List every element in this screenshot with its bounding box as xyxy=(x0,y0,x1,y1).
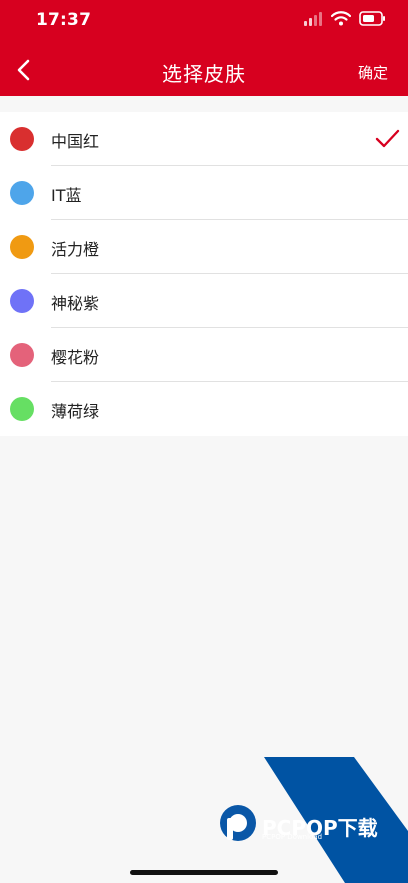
battery-icon xyxy=(359,11,385,26)
skin-option-china-red[interactable]: 中国红 xyxy=(0,112,408,166)
purple-color-dot xyxy=(10,289,34,313)
skin-label: 活力橙 xyxy=(51,240,100,259)
skin-option-mystic-purple[interactable]: 神秘紫 xyxy=(0,274,408,328)
status-icons xyxy=(303,11,386,26)
navigation-bar: 选择皮肤 确定 xyxy=(0,44,408,96)
green-color-dot xyxy=(10,397,34,421)
skin-option-mint-green[interactable]: 薄荷绿 xyxy=(0,382,408,436)
page-title: 选择皮肤 xyxy=(162,62,246,86)
skin-label: 中国红 xyxy=(51,132,100,151)
skin-label: IT蓝 xyxy=(51,186,82,205)
confirm-button[interactable]: 确定 xyxy=(358,62,388,83)
pink-color-dot xyxy=(10,343,34,367)
skin-label: 薄荷绿 xyxy=(51,402,100,421)
home-indicator xyxy=(130,870,278,875)
skin-option-sakura-pink[interactable]: 樱花粉 xyxy=(0,328,408,382)
skin-option-it-blue[interactable]: IT蓝 xyxy=(0,166,408,220)
red-color-dot xyxy=(10,127,34,151)
skin-label: 神秘紫 xyxy=(51,294,100,313)
blue-color-dot xyxy=(10,181,34,205)
skin-label: 樱花粉 xyxy=(51,348,100,367)
orange-color-dot xyxy=(10,235,34,259)
signal-icon xyxy=(304,11,322,26)
checkmark-icon xyxy=(375,129,400,148)
skin-option-vital-orange[interactable]: 活力橙 xyxy=(0,220,408,274)
status-bar: 17:37 xyxy=(0,0,408,44)
watermark-subtitle: PCPOP Download xyxy=(262,833,323,841)
skin-list: 中国红 IT蓝 活力橙 神秘紫 樱花粉 薄荷绿 xyxy=(0,112,408,436)
status-time: 17:37 xyxy=(36,10,92,30)
wifi-icon xyxy=(331,11,351,26)
